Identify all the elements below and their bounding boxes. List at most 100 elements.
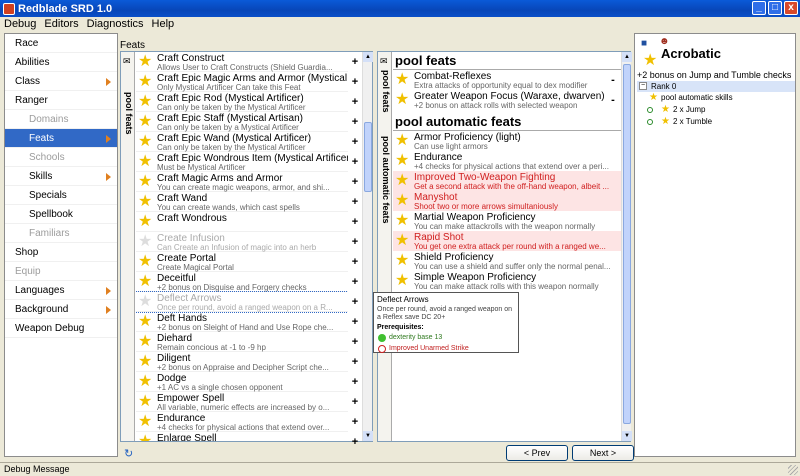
scroll-down-icon[interactable]: ▼ bbox=[622, 431, 632, 441]
feats-scrollbar[interactable]: ▲ ▼ bbox=[362, 52, 373, 441]
feat-list-item[interactable]: ★ Craft Epic Wondrous Item (Mystical Arti… bbox=[136, 152, 348, 172]
auto-feat-item[interactable]: ★ Shield Proficiency You can use a shield … bbox=[393, 251, 621, 271]
expand-arrow-icon[interactable] bbox=[106, 78, 111, 86]
feat-list-item[interactable]: ★ Craft Wondrous bbox=[136, 212, 348, 232]
remove-feat-button[interactable]: - bbox=[607, 73, 619, 87]
feat-list-item[interactable]: ★ Create Portal Create Magical Portal bbox=[136, 252, 348, 272]
add-feat-button[interactable]: + bbox=[348, 132, 362, 152]
feat-list-item[interactable]: ★Enlarge Spell bbox=[136, 432, 348, 441]
feat-list-item[interactable]: ★ Craft Epic Wand (Mystical Artificer) Can… bbox=[136, 132, 348, 152]
add-feat-button[interactable]: + bbox=[348, 72, 362, 92]
filter-icon[interactable]: ✉ bbox=[123, 56, 131, 67]
tree-skill[interactable]: ★ 2 x Tumble bbox=[637, 116, 795, 128]
feat-list-item[interactable]: ★ Deft Hands +2 bonus on Sleight of Hand a… bbox=[136, 312, 348, 332]
nav-item-spellbook[interactable]: Spellbook bbox=[5, 205, 117, 224]
expand-arrow-icon[interactable] bbox=[106, 287, 111, 295]
menu-help[interactable]: Help bbox=[152, 18, 175, 30]
scroll-down-icon[interactable]: ▼ bbox=[363, 431, 373, 441]
nav-item-specials[interactable]: Specials bbox=[5, 186, 117, 205]
add-feat-button[interactable]: + bbox=[348, 172, 362, 192]
add-feat-button[interactable]: + bbox=[348, 432, 362, 452]
pin-icon[interactable]: ✉ bbox=[380, 56, 388, 67]
feat-list-item[interactable]: ★ Create Infusion Can Create an Infusion o… bbox=[136, 232, 348, 252]
add-feat-button[interactable]: + bbox=[348, 412, 362, 432]
feat-list-item[interactable]: ★ Dodge +1 AC vs a single chosen opponent bbox=[136, 372, 348, 392]
add-feat-button[interactable]: + bbox=[348, 232, 362, 252]
feat-list-item[interactable]: ★ Craft Magic Arms and Armor You can creat… bbox=[136, 172, 348, 192]
feat-list-item[interactable]: ★ Diehard Remain concious at -1 to -9 hp bbox=[136, 332, 348, 352]
auto-feat-item[interactable]: ★ Endurance +4 checks for physical actions… bbox=[393, 151, 621, 171]
add-feat-button[interactable]: + bbox=[348, 352, 362, 372]
scroll-up-icon[interactable]: ▲ bbox=[622, 52, 632, 62]
nav-item-languages[interactable]: Languages bbox=[5, 281, 117, 300]
nav-item-feats[interactable]: Feats bbox=[5, 129, 117, 148]
feat-list-item[interactable]: ★ Deflect Arrows Once per round, avoid a r… bbox=[136, 291, 348, 313]
add-feat-button[interactable]: + bbox=[348, 212, 362, 232]
next-button[interactable]: Next > bbox=[572, 445, 634, 461]
pool-feat-item[interactable]: ★ Combat-Reflexes Extra attacks of opportu… bbox=[393, 70, 621, 90]
nav-item-class[interactable]: Class bbox=[5, 72, 117, 91]
prev-button[interactable]: < Prev bbox=[506, 445, 568, 461]
nav-item-ranger[interactable]: Ranger bbox=[5, 91, 117, 110]
add-feat-button[interactable]: + bbox=[348, 272, 362, 292]
menu-diagnostics[interactable]: Diagnostics bbox=[87, 18, 144, 30]
auto-feat-item[interactable]: ★ Armor Proficiency (light) Can use light … bbox=[393, 131, 621, 151]
maximize-button[interactable]: □ bbox=[768, 1, 782, 15]
tree-skill[interactable]: ★ 2 x Jump bbox=[637, 104, 795, 116]
tab-pool-feats-side[interactable]: pool feats bbox=[379, 70, 391, 130]
add-feat-button[interactable]: + bbox=[348, 192, 362, 212]
add-feat-button[interactable]: + bbox=[348, 152, 362, 172]
expand-arrow-icon[interactable] bbox=[106, 306, 111, 314]
add-feat-button[interactable]: + bbox=[348, 312, 362, 332]
add-feat-button[interactable]: + bbox=[348, 392, 362, 412]
collapse-icon[interactable]: − bbox=[639, 82, 647, 90]
pool-feat-item[interactable]: ★ Greater Weapon Focus (Waraxe, dwarven) +… bbox=[393, 90, 621, 110]
nav-item-abilities[interactable]: Abilities bbox=[5, 53, 117, 72]
expand-arrow-icon[interactable] bbox=[106, 135, 111, 143]
pool-scrollbar[interactable]: ▲ ▼ bbox=[621, 52, 632, 441]
feat-list-item[interactable]: ★ Craft Construct Allows User to Craft Con… bbox=[136, 52, 348, 72]
auto-feat-item[interactable]: ★ Simple Weapon Proficiency You can make a… bbox=[393, 271, 621, 291]
expand-arrow-icon[interactable] bbox=[106, 173, 111, 181]
feat-list-item[interactable]: ★ Diligent +2 bonus on Appraise and Deciph… bbox=[136, 352, 348, 372]
minimize-button[interactable]: _ bbox=[752, 1, 766, 15]
scroll-thumb[interactable] bbox=[623, 64, 631, 424]
scroll-up-icon[interactable]: ▲ bbox=[363, 52, 373, 62]
feat-list-item[interactable]: ★ Empower Spell All variable, numeric effe… bbox=[136, 392, 348, 412]
add-feat-button[interactable]: + bbox=[348, 112, 362, 132]
feat-list-item[interactable]: ★ Craft Epic Magic Arms and Armor (Mystic… bbox=[136, 72, 348, 92]
star-icon: ★ bbox=[138, 213, 153, 230]
scroll-thumb[interactable] bbox=[364, 122, 372, 192]
add-feat-button[interactable]: + bbox=[348, 372, 362, 392]
tab-pool-automatic-feats[interactable]: pool automatic feats bbox=[379, 136, 391, 246]
auto-feat-item[interactable]: ★ Rapid Shot You get one extra attack per … bbox=[393, 231, 621, 251]
tree-rank[interactable]: − Rank 0 bbox=[637, 81, 795, 92]
add-feat-button[interactable]: + bbox=[348, 332, 362, 352]
add-feat-button[interactable]: + bbox=[348, 252, 362, 272]
menu-debug[interactable]: Debug bbox=[4, 18, 36, 30]
feat-list-item[interactable]: ★ Craft Epic Staff (Mystical Artisan) Can … bbox=[136, 112, 348, 132]
tree-group[interactable]: ★ pool automatic skills bbox=[637, 92, 795, 104]
remove-feat-button[interactable]: - bbox=[607, 93, 619, 107]
book-icon[interactable]: ■ bbox=[641, 38, 647, 49]
add-feat-button[interactable]: + bbox=[348, 52, 362, 72]
nav-item-shop[interactable]: Shop bbox=[5, 243, 117, 262]
nav-item-skills[interactable]: Skills bbox=[5, 167, 117, 186]
refresh-icon[interactable]: ↻ bbox=[124, 447, 133, 460]
nav-item-race[interactable]: Race bbox=[5, 34, 117, 53]
nav-item-weapon-debug[interactable]: Weapon Debug bbox=[5, 319, 117, 338]
add-feat-button[interactable]: + bbox=[348, 92, 362, 112]
auto-feat-item[interactable]: ★ Manyshot Shoot two or more arrows simult… bbox=[393, 191, 621, 211]
auto-feat-item[interactable]: ★ Martial Weapon Proficiency You can make … bbox=[393, 211, 621, 231]
add-feat-button[interactable]: + bbox=[348, 292, 362, 312]
feat-list-item[interactable]: ★ Craft Epic Rod (Mystical Artificer) Can … bbox=[136, 92, 348, 112]
tab-pool-feats[interactable]: pool feats bbox=[122, 92, 134, 152]
feat-list-item[interactable]: ★ Deceitful +2 bonus on Disguise and Forge… bbox=[136, 272, 348, 292]
feat-list-item[interactable]: ★ Craft Wand You can create wands, which c… bbox=[136, 192, 348, 212]
feat-list-item[interactable]: ★ Endurance +4 checks for physical actions… bbox=[136, 412, 348, 432]
menu-editors[interactable]: Editors bbox=[44, 18, 78, 30]
close-button[interactable]: x bbox=[784, 1, 798, 15]
nav-item-background[interactable]: Background bbox=[5, 300, 117, 319]
resize-grip-icon[interactable] bbox=[788, 465, 798, 475]
auto-feat-item[interactable]: ★ Improved Two-Weapon Fighting Get a secon… bbox=[393, 171, 621, 191]
